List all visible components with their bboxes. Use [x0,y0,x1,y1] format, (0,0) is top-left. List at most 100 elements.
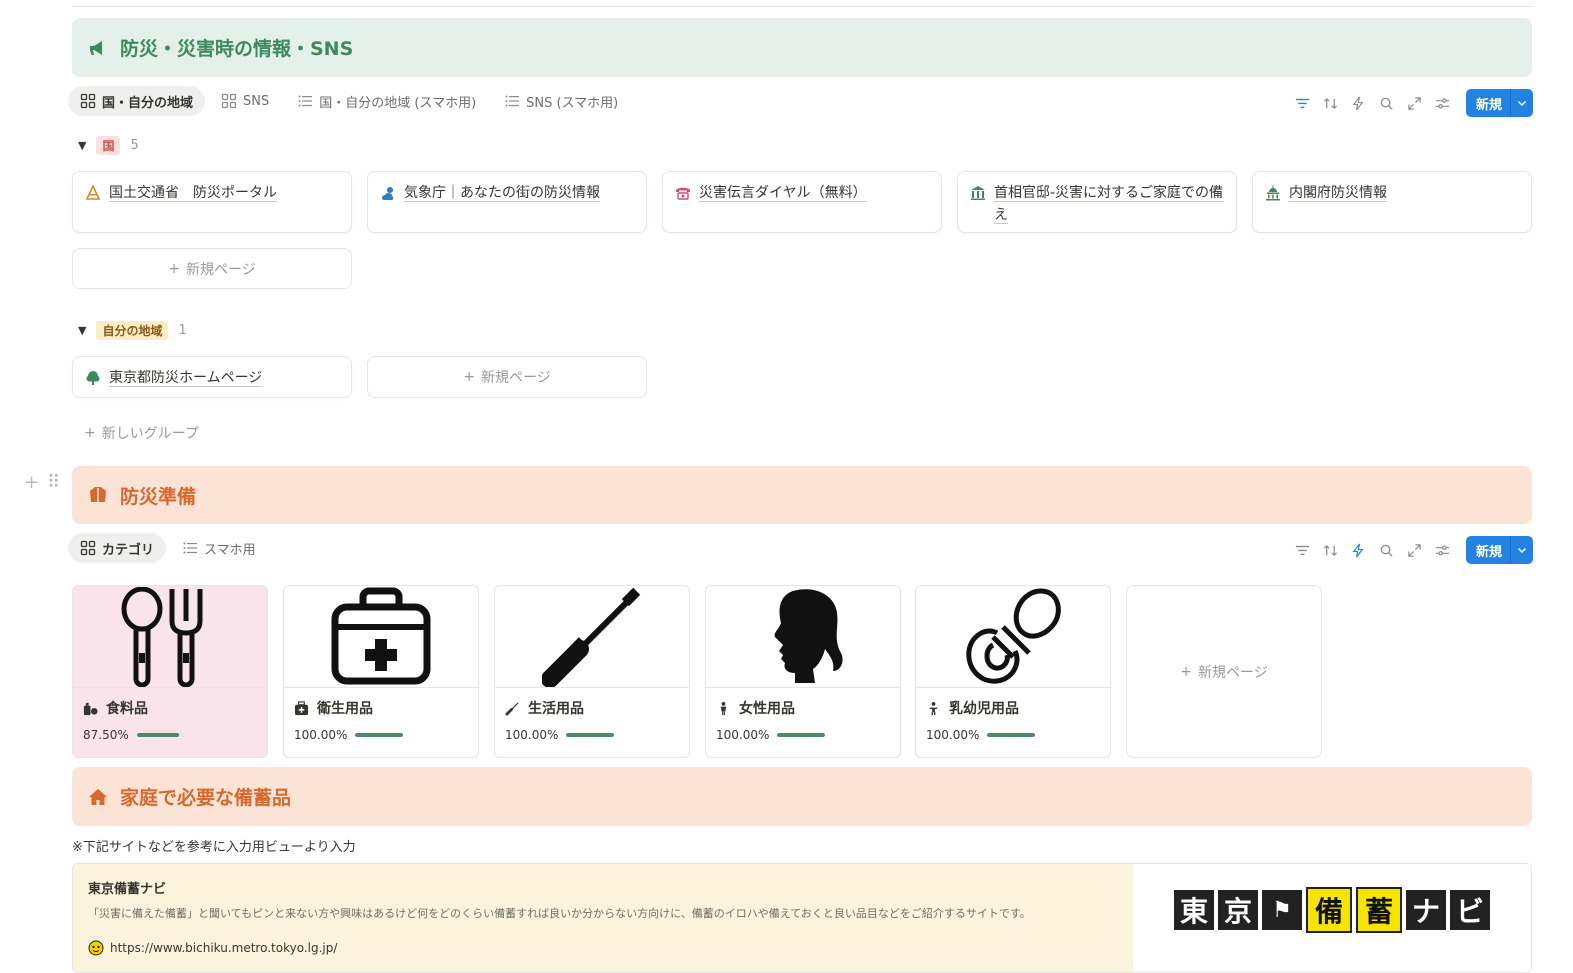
group-badge: 自分の地域 [96,321,169,340]
expand-button[interactable] [1404,539,1426,561]
new-page-label: 新規ページ [481,370,551,386]
tab-list-national-local-mobile[interactable]: 国・自分の地域 (スマホ用) [285,86,488,116]
group-header-national: ▼ 国 5 [78,136,139,155]
progress-value: 100.00% [716,728,770,742]
gallery-card[interactable]: 内閣府防災情報 [1252,171,1532,233]
bookmark-card[interactable]: 東京備蓄ナビ 「災害に備えた備蓄」と聞いてもピンと来ない方や興味はあるけど何をど… [72,863,1532,973]
new-group-button[interactable]: + 新しいグループ [84,423,199,443]
tab-list-mobile[interactable]: スマホ用 [170,533,268,563]
tab-label: カテゴリ [102,542,155,558]
new-page-button[interactable]: + 新規ページ [72,248,352,289]
progress-bar [355,733,404,737]
card-title: 東京都防災ホームページ [109,370,263,386]
cover-image [495,586,689,687]
new-dropdown-button[interactable] [1510,89,1533,117]
callout-title: 防災・災害時の情報・SNS [120,38,354,60]
progress-value: 100.00% [926,728,980,742]
automation-button[interactable] [1348,92,1370,114]
gallery-icon [221,93,237,109]
drag-handle-icon[interactable]: ⠿ [47,472,60,493]
new-button-label[interactable]: 新規 [1466,536,1510,564]
bookmark-info: 東京備蓄ナビ 「災害に備えた備蓄」と聞いてもピンと来ない方や興味はあるけど何をど… [73,864,1133,972]
sort-icon [1324,97,1338,109]
progress: 100.00% [926,728,1036,742]
bookmark-logo: 東 京 ⚑ 備 蓄 ナ ビ [1133,864,1531,972]
tab-gallery-sns[interactable]: SNS [209,86,281,116]
search-button[interactable] [1376,539,1398,561]
divider [284,687,478,688]
automation-button[interactable] [1348,539,1370,561]
progress: 100.00% [716,728,826,742]
progress: 87.50% [83,728,185,742]
favicon-icon [88,940,104,956]
logo-char: ビ [1450,890,1490,930]
baby-icon [929,701,938,715]
tree-icon [86,371,100,385]
gallery-card[interactable]: 東京都防災ホームページ [72,356,352,398]
category-card-womens-goods[interactable]: 女性用品 100.00% [705,585,901,758]
new-button-label[interactable]: 新規 [1466,89,1510,117]
tab-label: SNS (スマホ用) [526,95,619,111]
expand-button[interactable] [1404,92,1426,114]
sort-button[interactable] [1320,92,1342,114]
settings-button[interactable] [1432,92,1454,114]
cover-image [706,586,900,687]
view-toolbar: 新規 [1292,89,1533,117]
collapse-toggle[interactable]: ▼ [78,324,86,337]
lightning-icon [1353,96,1364,110]
gallery-card[interactable]: 首相官邸-災害に対するご家庭での備え [957,171,1237,233]
category-card-daily-goods[interactable]: 生活用品 100.00% [494,585,690,758]
tab-gallery-national-local[interactable]: 国・自分の地域 [68,86,206,116]
progress-bar [566,733,615,737]
plus-icon: + [84,425,96,441]
new-page-button[interactable]: + 新規ページ [367,356,647,398]
category-card-food[interactable]: 食料品 87.50% [72,585,268,758]
progress-bar [987,733,1036,737]
gallery-card[interactable]: 気象庁｜あなたの街の防災情報 [367,171,647,233]
divider [495,687,689,688]
bookmark-url: https://www.bichiku.metro.tokyo.lg.jp/ [110,941,338,955]
card-title: 首相官邸-災害に対するご家庭での備え [994,185,1224,223]
sort-button[interactable] [1320,539,1342,561]
chevron-down-icon [1517,100,1527,107]
filter-button[interactable] [1292,539,1314,561]
new-dropdown-button[interactable] [1510,536,1533,564]
bookmark-url-row: https://www.bichiku.metro.tokyo.lg.jp/ [88,940,337,956]
gallery-icon [80,540,96,556]
group-count: 5 [130,138,139,153]
sliders-icon [1436,97,1450,109]
expand-icon [1408,543,1422,557]
new-page-button[interactable]: + 新規ページ [1126,585,1322,758]
progress-fill [777,733,826,737]
new-page-label: 新規ページ [186,261,256,278]
search-button[interactable] [1376,92,1398,114]
gallery-icon [80,93,96,109]
callout-preparation: 防災準備 [72,466,1532,524]
tab-label: 国・自分の地域 [102,95,194,111]
search-icon [1381,544,1394,557]
card-name-label: 乳幼児用品 [949,701,1019,717]
tab-gallery-category[interactable]: カテゴリ [68,533,167,563]
warning-cone-icon [85,185,101,200]
list-icon [298,95,313,107]
note-text: ※下記サイトなどを参考に入力用ビューより入力 [72,840,356,855]
settings-button[interactable] [1432,539,1454,561]
gallery-card[interactable]: 国土交通省 防災ポータル [72,171,352,233]
category-card-baby-goods[interactable]: 乳幼児用品 100.00% [915,585,1111,758]
block-handles: + ⠿ [24,472,60,493]
plus-icon: + [168,260,180,277]
divider [73,687,267,688]
collapse-toggle[interactable]: ▼ [78,139,86,152]
logo-char: 蓄 [1356,887,1402,933]
gallery-card[interactable]: 災害伝言ダイヤル（無料） [662,171,942,233]
add-block-icon[interactable]: + [24,472,39,493]
filter-button[interactable] [1292,92,1314,114]
category-card-hygiene[interactable]: 衛生用品 100.00% [283,585,479,758]
group-header-local: ▼ 自分の地域 1 [78,321,187,340]
view-tabs: 国・自分の地域 SNS 国・自分の地域 (スマホ用) SNS (スマホ用) [68,86,630,116]
progress-fill [355,733,404,737]
bookmark-title: 東京備蓄ナビ [88,882,167,897]
progress-value: 100.00% [294,728,348,742]
groceries-icon [83,702,98,715]
tab-list-sns-mobile[interactable]: SNS (スマホ用) [492,86,630,116]
